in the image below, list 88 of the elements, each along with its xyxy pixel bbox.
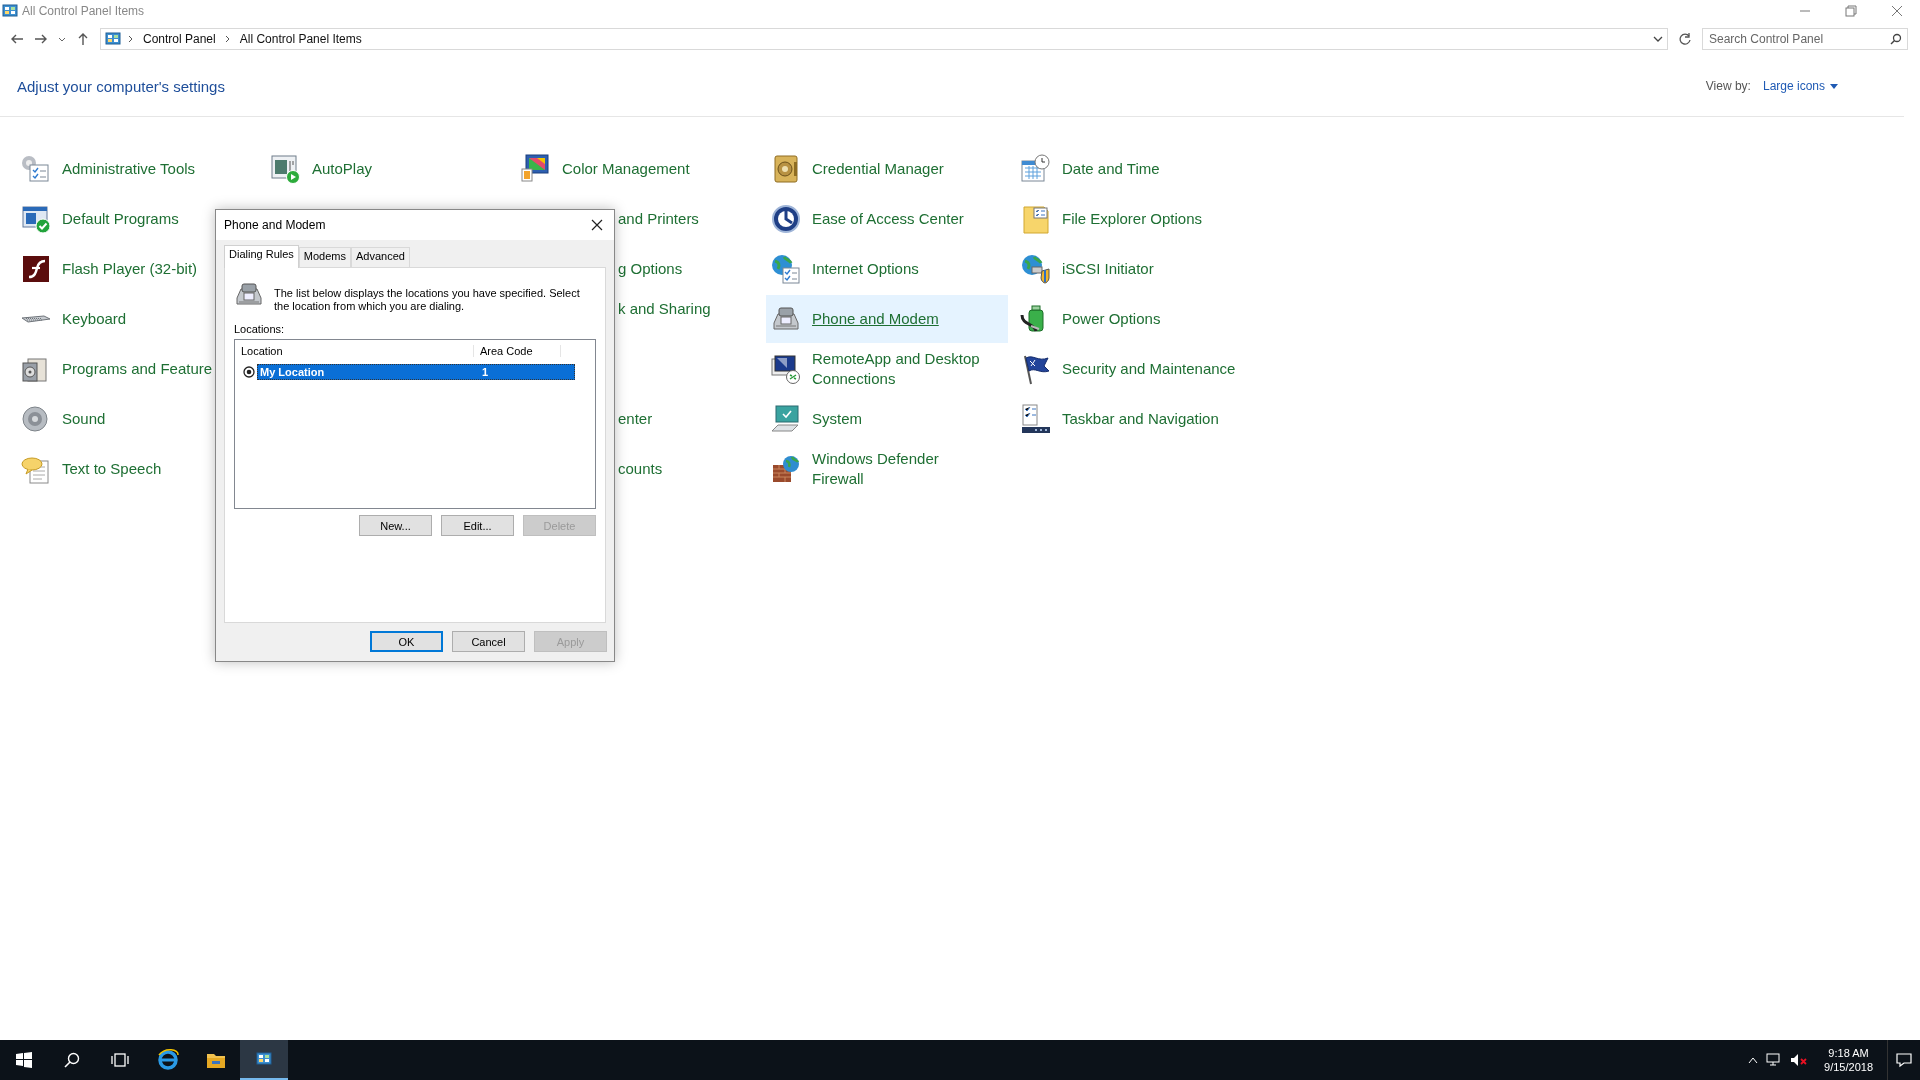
control-panel-link[interactable]: Credential Manager (812, 159, 944, 179)
tab[interactable]: Dialing Rules (224, 245, 299, 268)
column-header[interactable]: Location (238, 345, 474, 357)
keyboard-icon (20, 315, 52, 323)
dialog-title: Phone and Modem (224, 218, 327, 232)
up-arrow-icon[interactable] (76, 32, 90, 46)
control-panel-link[interactable]: System (812, 409, 862, 429)
clock[interactable]: 9:18 AM 9/15/2018 (1824, 1046, 1873, 1074)
control-panel-icon (105, 31, 121, 47)
refresh-icon[interactable] (1678, 32, 1692, 46)
column-header[interactable]: Area Code (474, 345, 561, 357)
flash-icon (20, 253, 52, 285)
dialog-button[interactable]: OK (370, 631, 443, 652)
dialog-button[interactable]: Edit... (441, 515, 514, 536)
dialog-button[interactable]: Cancel (452, 631, 525, 652)
control-panel-link[interactable]: Taskbar and Navigation (1062, 409, 1219, 429)
control-panel-icon (2, 3, 18, 19)
dropdown-caret-icon[interactable] (1653, 34, 1663, 44)
network-icon[interactable] (1766, 1053, 1783, 1067)
control-panel-link[interactable]: Text to Speech (62, 459, 162, 479)
page-heading: Adjust your computer's settings (17, 77, 226, 95)
folder-options-icon (1020, 203, 1052, 235)
chevron-icon (127, 34, 135, 44)
window-check-icon (20, 203, 52, 235)
computer-icon (770, 403, 802, 435)
notifications-icon[interactable] (1896, 1052, 1912, 1068)
window-title: All Control Panel Items (22, 4, 146, 18)
control-panel-link[interactable]: Security and Maintenance (1062, 359, 1236, 379)
tab[interactable]: Modems (298, 247, 351, 267)
close-icon[interactable] (590, 218, 604, 232)
taskbar-app[interactable] (240, 1040, 288, 1080)
control-panel-link[interactable]: RemoteApp and Desktop Connections (812, 349, 990, 389)
restore-icon[interactable] (1844, 4, 1858, 18)
forward-arrow-icon[interactable] (34, 32, 48, 46)
control-panel-link[interactable]: Programs and Feature (62, 359, 213, 379)
control-panel-link[interactable]: File Explorer Options (1062, 209, 1203, 229)
caret-up-icon[interactable] (1748, 1056, 1759, 1064)
globe-checklist-icon (770, 253, 802, 285)
control-panel-icon (256, 1051, 272, 1067)
globe-shield-icon (1020, 253, 1052, 285)
control-panel-link[interactable]: Administrative Tools (62, 159, 196, 179)
control-panel-link[interactable]: Keyboard (62, 309, 127, 329)
start-icon[interactable] (16, 1052, 32, 1068)
color-monitor-icon (520, 153, 552, 185)
telephone-icon (234, 282, 264, 308)
task-view-icon[interactable] (111, 1052, 129, 1068)
address-field[interactable]: Control Panel All Control Panel Items (100, 28, 1668, 50)
control-panel-link[interactable]: Default Programs (62, 209, 179, 229)
tab[interactable]: Advanced (351, 247, 410, 267)
dialog-button[interactable]: New... (359, 515, 432, 536)
control-panel-link[interactable]: Sound (62, 409, 106, 429)
control-panel-link[interactable]: Internet Options (812, 259, 919, 279)
control-panel-link[interactable]: Windows Defender Firewall (812, 449, 990, 489)
control-panel-link[interactable]: Power Options (1062, 309, 1161, 329)
control-panel-link[interactable]: Ease of Access Center (812, 209, 964, 229)
list-row[interactable]: My Location 1 (257, 364, 575, 380)
description-text: The list below displays the locations you have specified. Select the location from which you are dialing. (274, 287, 581, 313)
control-panel-link[interactable]: iSCSI Initiator (1062, 259, 1154, 279)
control-panel-link[interactable]: and Printers (618, 209, 699, 229)
search-field[interactable]: Search Control Panel (1702, 28, 1908, 50)
search-icon (1890, 33, 1902, 45)
browser-icon (156, 1048, 180, 1072)
control-panel-link[interactable]: g Options (618, 259, 683, 279)
locations-list[interactable]: Location Area Code My Location 1 (234, 339, 596, 509)
view-dropdown[interactable]: Large icons (1762, 79, 1838, 93)
dropdown-caret-icon[interactable] (58, 35, 66, 43)
control-panel-link[interactable]: Flash Player (32-bit) (62, 259, 198, 279)
breadcrumb[interactable]: All Control Panel Items (237, 32, 364, 46)
calendar-clock-icon (1020, 153, 1052, 185)
brick-wall-icon (770, 453, 802, 485)
back-arrow-icon[interactable] (10, 32, 24, 46)
tools-icon (20, 153, 52, 185)
view-by-label: View by: (1705, 79, 1751, 93)
control-panel-link[interactable]: enter (618, 409, 653, 429)
search-icon[interactable] (64, 1052, 80, 1068)
control-panel-link[interactable]: k and Sharing (618, 299, 711, 319)
breadcrumb[interactable]: Control Panel (141, 32, 218, 46)
control-panel-link[interactable]: Color Management (562, 159, 690, 179)
remote-monitor-icon (770, 353, 802, 385)
chevron-icon (223, 34, 232, 44)
play-window-icon (270, 153, 302, 185)
caret-icon (1830, 83, 1838, 89)
muted-speaker-icon[interactable] (1790, 1053, 1809, 1067)
control-panel-link[interactable]: Date and Time (1062, 159, 1160, 179)
taskbar-checklist-icon (1020, 403, 1052, 435)
field-label: Locations: (234, 323, 286, 335)
control-panel-link[interactable]: counts (618, 459, 663, 479)
control-panel-link[interactable]: AutoPlay (312, 159, 373, 179)
